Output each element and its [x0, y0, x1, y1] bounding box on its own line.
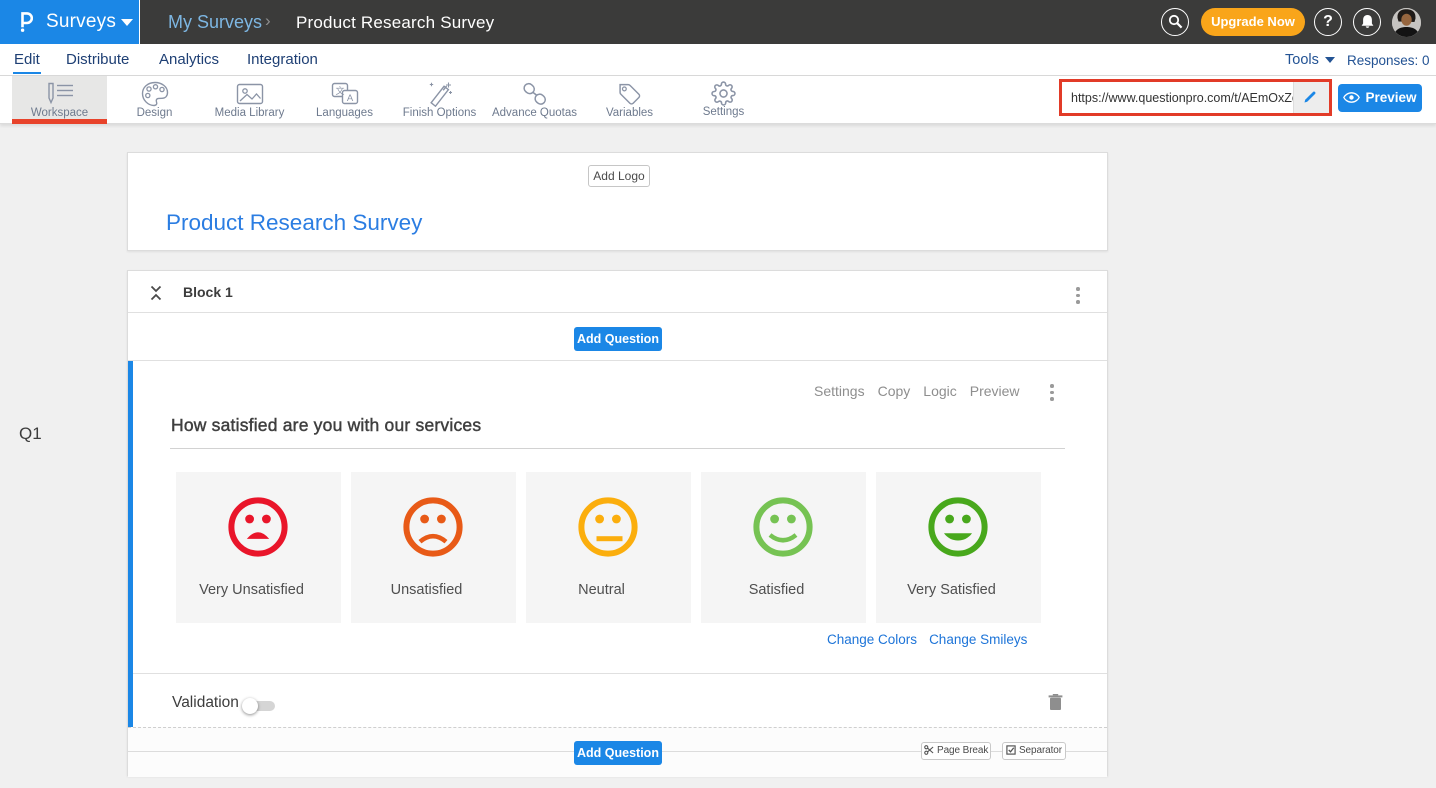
svg-text:A: A [346, 93, 353, 104]
svg-text:文: 文 [335, 85, 344, 96]
